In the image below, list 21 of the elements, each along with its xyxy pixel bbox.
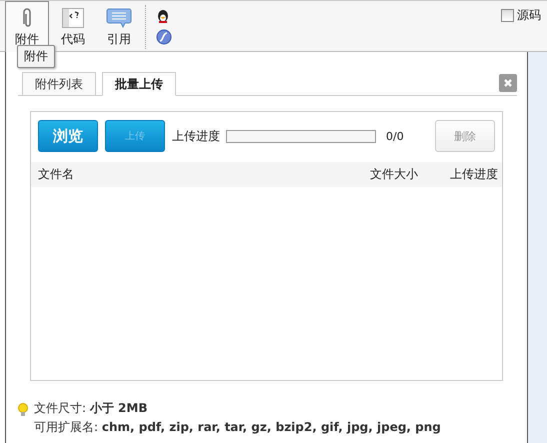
tooltip: 附件 bbox=[17, 45, 55, 68]
close-icon bbox=[503, 78, 513, 88]
penguin-icon[interactable] bbox=[156, 8, 170, 23]
toolbar-button[interactable]: 附件 bbox=[5, 1, 49, 52]
source-checkbox[interactable]: 源码 bbox=[501, 7, 541, 24]
tab[interactable]: 批量上传 bbox=[102, 72, 176, 96]
toolbar-button[interactable]: 引用 bbox=[97, 1, 141, 52]
tab[interactable]: 附件列表 bbox=[22, 72, 96, 96]
info-text: 文件尺寸: 小于 2MB bbox=[34, 400, 148, 417]
paperclip-icon bbox=[20, 8, 34, 28]
info-text: 可用扩展名: chm, pdf, zip, rar, tar, gz, bzip2, gif, jpg, jpeg, png bbox=[34, 419, 441, 436]
column-header: 文件大小 bbox=[370, 166, 419, 183]
close-button[interactable] bbox=[499, 74, 517, 92]
column-header: 上传进度 bbox=[450, 166, 498, 183]
lightbulb-icon bbox=[18, 403, 28, 417]
progress-label: 上传进度 bbox=[172, 128, 220, 144]
column-header: 文件名 bbox=[38, 166, 75, 183]
speech-bubble-icon bbox=[106, 8, 132, 28]
progress-count: 0/0 bbox=[386, 130, 404, 142]
code-icon bbox=[62, 8, 84, 28]
flash-icon[interactable] bbox=[156, 29, 172, 45]
